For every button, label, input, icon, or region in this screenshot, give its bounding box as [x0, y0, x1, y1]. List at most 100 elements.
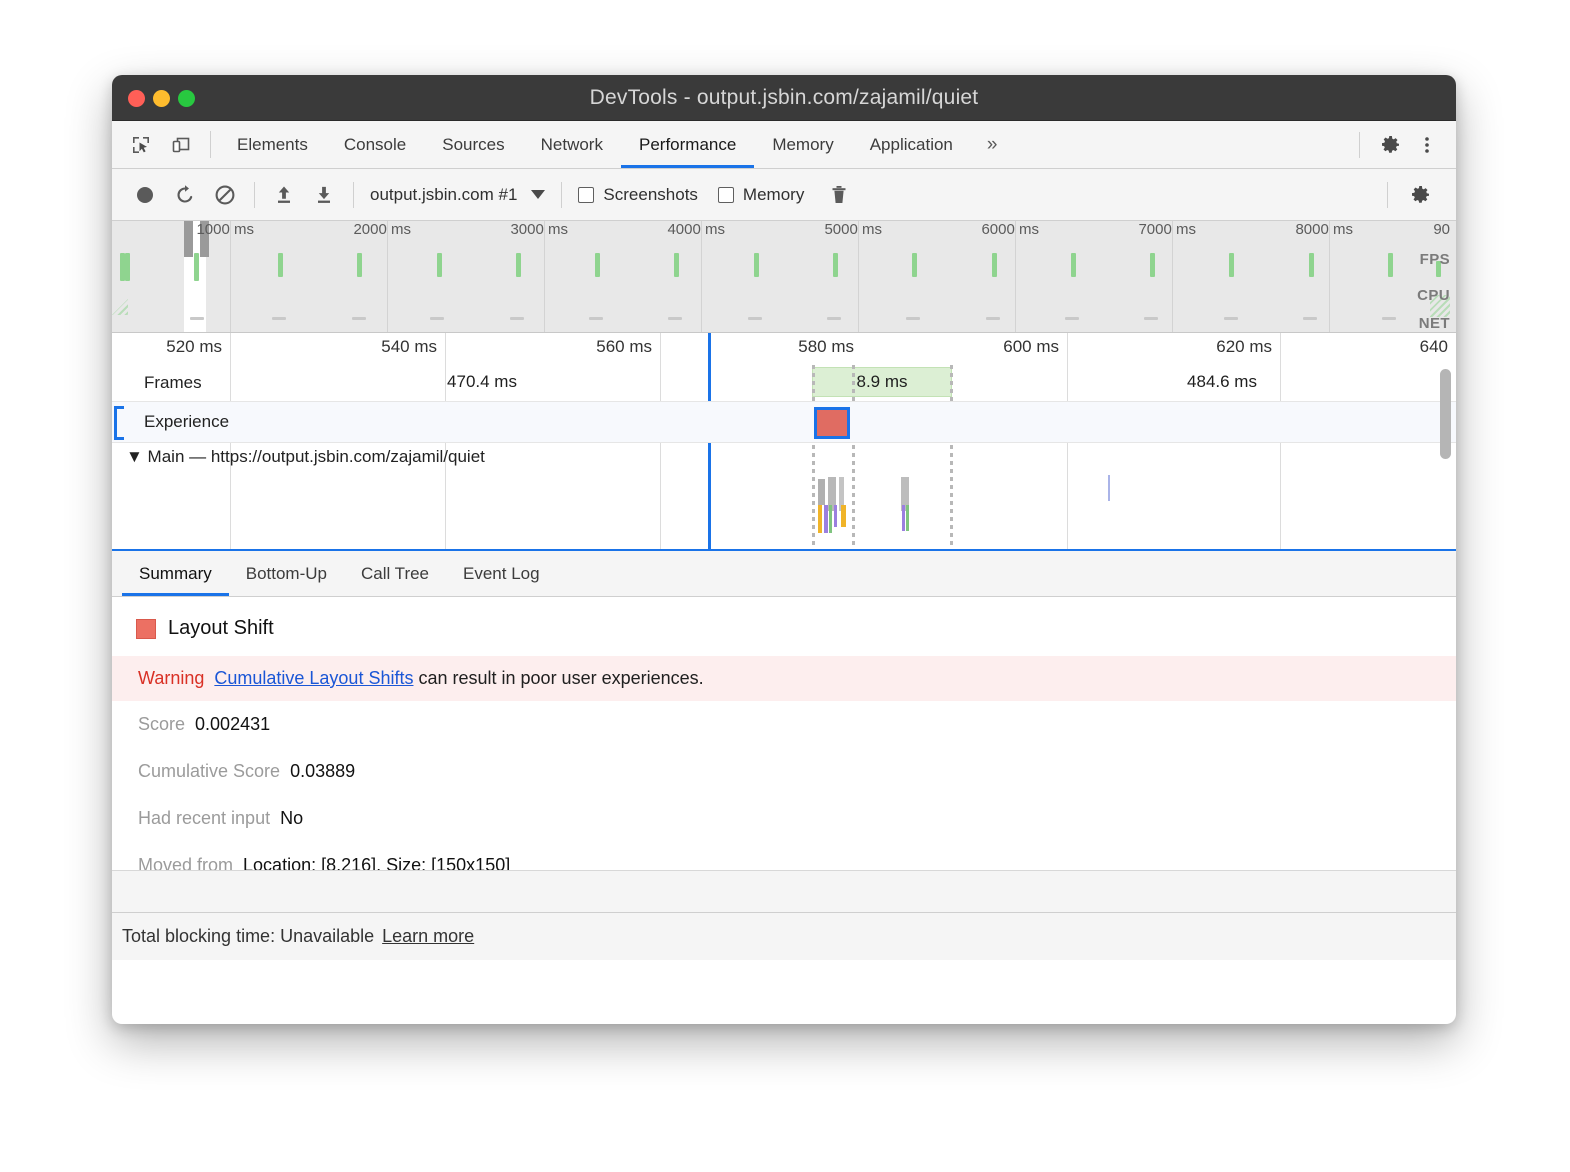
fps-bar — [194, 253, 199, 281]
settings-gear-icon[interactable] — [1376, 130, 1406, 160]
overview-tick: 8000 ms — [1295, 221, 1359, 238]
timeline-overview[interactable]: 1000 ms 2000 ms 3000 ms 4000 ms 5000 ms … — [112, 221, 1456, 333]
tab-elements-label: Elements — [237, 135, 308, 155]
warning-text: can result in poor user experiences. — [418, 668, 703, 688]
fps-bar — [912, 253, 917, 277]
perfbar-divider-4 — [1387, 182, 1388, 208]
load-profile-button[interactable] — [265, 176, 303, 214]
trash-icon[interactable] — [820, 176, 858, 214]
tab-console[interactable]: Console — [326, 121, 424, 168]
memory-checkbox[interactable]: Memory — [718, 185, 804, 205]
fps-bar — [674, 253, 679, 277]
flame-bar[interactable] — [818, 479, 825, 505]
experience-track-label: Experience — [144, 412, 229, 432]
screenshots-checkbox[interactable]: Screenshots — [578, 185, 698, 205]
window-title: DevTools - output.jsbin.com/zajamil/quie… — [590, 86, 979, 110]
reload-and-record-button[interactable] — [166, 176, 204, 214]
tab-bottom-up[interactable]: Bottom-Up — [229, 551, 344, 596]
memory-checkbox-box[interactable] — [718, 187, 734, 203]
tab-overflow-label: » — [987, 134, 998, 156]
cumulative-layout-shifts-link[interactable]: Cumulative Layout Shifts — [214, 668, 413, 688]
tab-elements[interactable]: Elements — [219, 121, 326, 168]
tab-sources[interactable]: Sources — [424, 121, 522, 168]
overview-tick: 2000 ms — [353, 221, 417, 238]
device-toolbar-icon[interactable] — [166, 130, 196, 160]
maximize-window-icon[interactable] — [178, 90, 195, 107]
summary-field-value: No — [280, 808, 303, 829]
fps-bar — [992, 253, 997, 277]
minimize-window-icon[interactable] — [153, 90, 170, 107]
record-button[interactable] — [126, 176, 164, 214]
flame-bar[interactable] — [834, 505, 837, 527]
overview-tick: 1000 ms — [196, 221, 260, 238]
tab-summary[interactable]: Summary — [122, 551, 229, 596]
network-lane — [112, 314, 1456, 320]
flame-bar[interactable] — [818, 505, 822, 533]
overview-tick: 90 — [1433, 221, 1456, 238]
tab-event-log[interactable]: Event Log — [446, 551, 557, 596]
tab-application[interactable]: Application — [852, 121, 971, 168]
tab-memory[interactable]: Memory — [754, 121, 851, 168]
session-select-value: output.jsbin.com #1 — [370, 185, 517, 205]
perfbar-right-group — [1379, 172, 1456, 218]
frames-track-label: Frames — [144, 373, 202, 393]
screenshots-checkbox-box[interactable] — [578, 187, 594, 203]
flame-vertical-scrollbar[interactable] — [1440, 369, 1451, 459]
summary-field-value: 0.03889 — [290, 761, 355, 782]
flame-tick: 580 ms — [798, 337, 862, 357]
flame-tick: 600 ms — [1003, 337, 1067, 357]
frame-block-selected[interactable]: 8.9 ms — [812, 367, 952, 397]
tab-call-tree[interactable]: Call Tree — [344, 551, 446, 596]
session-select[interactable]: output.jsbin.com #1 — [370, 185, 545, 205]
flame-tick: 560 ms — [596, 337, 660, 357]
clear-button[interactable] — [206, 176, 244, 214]
perfbar-divider-3 — [561, 182, 562, 208]
flame-bar[interactable] — [841, 505, 846, 527]
net-blip — [589, 317, 603, 320]
flame-bar[interactable] — [1108, 475, 1110, 501]
more-vertical-icon[interactable] — [1412, 130, 1442, 160]
tab-call-tree-label: Call Tree — [361, 564, 429, 584]
close-window-icon[interactable] — [128, 90, 145, 107]
net-blip — [352, 317, 366, 320]
main-track[interactable]: ▼ Main — https://output.jsbin.com/zajami… — [112, 443, 1456, 549]
net-blip — [668, 317, 682, 320]
flame-bar[interactable] — [829, 505, 832, 533]
main-track-label[interactable]: ▼ Main — https://output.jsbin.com/zajami… — [126, 447, 485, 467]
fps-bar — [1150, 253, 1155, 277]
tab-network[interactable]: Network — [523, 121, 621, 168]
frame-block-left[interactable]: 470.4 ms — [272, 367, 692, 397]
flame-bar[interactable] — [902, 505, 905, 531]
devtools-window: DevTools - output.jsbin.com/zajamil/quie… — [112, 75, 1456, 1024]
tab-overflow-button[interactable]: » — [971, 121, 1014, 168]
overview-tick: 6000 ms — [981, 221, 1045, 238]
flame-tick: 640 — [1420, 337, 1456, 357]
summary-field-key: Score — [138, 714, 185, 735]
capture-settings-gear-icon[interactable] — [1402, 176, 1440, 214]
memory-checkbox-label: Memory — [743, 185, 804, 205]
layout-shift-marker[interactable] — [814, 407, 850, 439]
summary-heading-row: Layout Shift — [112, 597, 1456, 656]
experience-track[interactable]: Experience — [112, 401, 1456, 443]
detail-tabbar: Summary Bottom-Up Call Tree Event Log — [112, 551, 1456, 597]
timeline-flamechart[interactable]: 520 ms 540 ms 560 ms 580 ms 600 ms 620 m… — [112, 333, 1456, 551]
flame-bar[interactable] — [824, 505, 828, 533]
net-blip — [827, 317, 841, 320]
learn-more-link[interactable]: Learn more — [382, 926, 474, 947]
warning-banner: Warning Cumulative Layout Shifts can res… — [112, 656, 1456, 701]
inspect-element-icon[interactable] — [126, 130, 156, 160]
tabbar-divider — [210, 131, 211, 158]
overview-lane-label-fps: FPS — [1420, 251, 1450, 268]
net-blip — [1303, 317, 1317, 320]
net-blip — [1065, 317, 1079, 320]
tab-performance-label: Performance — [639, 135, 736, 155]
screenshots-checkbox-label: Screenshots — [603, 185, 698, 205]
traffic-light-buttons[interactable] — [128, 75, 195, 121]
tab-performance[interactable]: Performance — [621, 121, 754, 168]
overview-lane-label-net: NET — [1419, 315, 1450, 332]
save-profile-button[interactable] — [305, 176, 343, 214]
frame-block-right[interactable]: 484.6 ms — [1072, 367, 1372, 397]
flame-bar[interactable] — [906, 505, 909, 531]
frames-track: Frames 470.4 ms 8.9 ms 484.6 ms — [112, 365, 1456, 401]
fps-bar — [1071, 253, 1076, 277]
